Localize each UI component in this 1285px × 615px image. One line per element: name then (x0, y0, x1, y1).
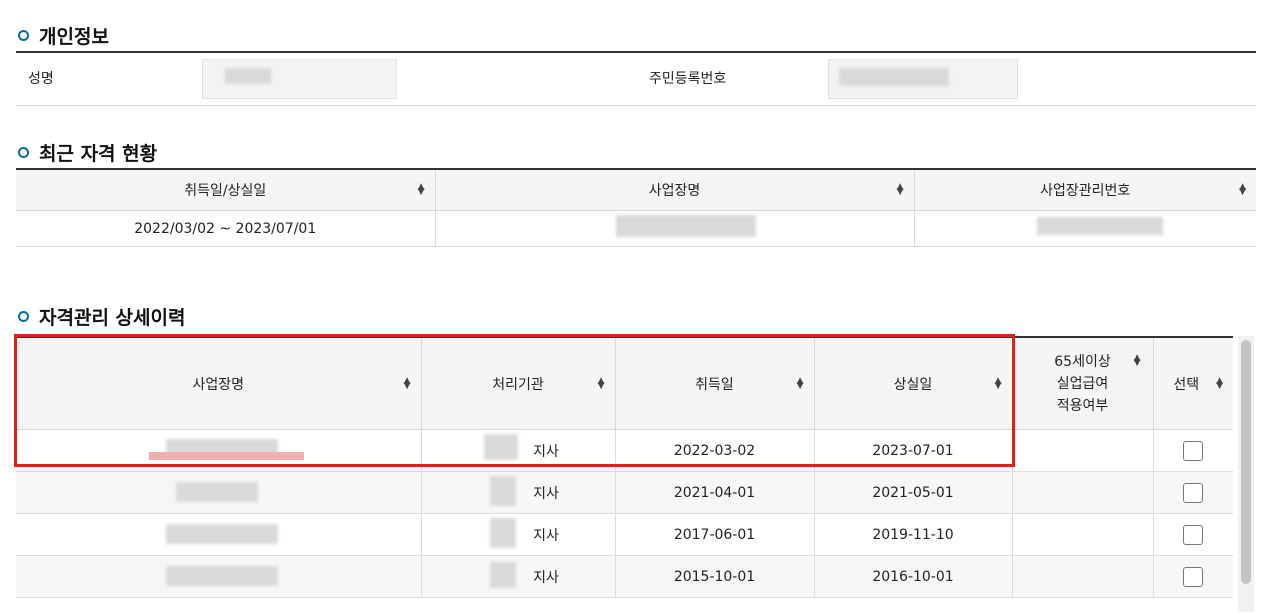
select-cell (1153, 429, 1233, 472)
lost-cell: 2016-10-01 (814, 555, 1013, 598)
agency-cell: 지사 (421, 513, 616, 556)
lost-cell: 2021-05-01 (814, 471, 1013, 514)
over65-cell (1012, 429, 1154, 472)
personal-info-table: 성명 주민등록번호 (16, 51, 1256, 106)
period-cell: 2022/03/02 ~ 2023/07/01 (16, 210, 436, 247)
col-workplace-header[interactable]: 사업장명 ▲ ▼ (16, 338, 422, 430)
col-workplace-header[interactable]: 사업장명 ▲ ▼ (435, 169, 915, 211)
recent-status-heading: 최근 자격 현황 (18, 139, 157, 166)
circle-bullet-icon (18, 311, 29, 322)
sort-updown-icon[interactable]: ▲ ▼ (1216, 376, 1223, 390)
detail-history-heading: 자격관리 상세이력 (18, 303, 185, 330)
workplace-cell (16, 555, 422, 598)
sort-updown-icon[interactable]: ▲ ▼ (797, 376, 804, 390)
acquired-cell: 2021-04-01 (615, 471, 815, 514)
detail-history-table: 사업장명 ▲ ▼ 처리기관 ▲ ▼ 취득일 ▲ ▼ 상실일 ▲ ▼ 65세이상 실업급여 적용여… (16, 338, 1233, 598)
ssn-field (828, 59, 1018, 99)
recent-status-table: 취득일/상실일 ▲ ▼ 사업장명 ▲ ▼ 사업장관리번호 ▲ ▼ 2022/03/02 ~ … (16, 168, 1256, 247)
recent-status-title: 최근 자격 현황 (39, 143, 158, 165)
detail-history-table-wrap: 사업장명 ▲ ▼ 처리기관 ▲ ▼ 취득일 ▲ ▼ 상실일 ▲ ▼ 65세이상 실업급여 적용여… (16, 336, 1233, 598)
workplace-cell (16, 513, 422, 556)
col-select-header[interactable]: 선택 ▲ ▼ (1153, 338, 1233, 430)
over65-cell (1012, 513, 1154, 556)
agency-cell: 지사 (421, 429, 616, 472)
table-row[interactable]: 지사 2015-10-01 2016-10-01 (16, 555, 1233, 598)
col-manage-no-header[interactable]: 사업장관리번호 ▲ ▼ (914, 169, 1256, 211)
sort-updown-icon[interactable]: ▲ ▼ (1239, 183, 1246, 197)
select-cell (1153, 513, 1233, 556)
detail-history-title: 자격관리 상세이력 (39, 307, 186, 329)
agency-cell: 지사 (421, 471, 616, 514)
manage-no-cell (914, 210, 1256, 247)
table-row[interactable]: 지사 2022-03-02 2023-07-01 (16, 429, 1233, 472)
row-checkbox[interactable] (1183, 482, 1204, 503)
lost-cell: 2019-11-10 (814, 513, 1013, 556)
sort-updown-icon[interactable]: ▲ ▼ (598, 376, 605, 390)
col-agency-header[interactable]: 처리기관 ▲ ▼ (421, 338, 616, 430)
row-checkbox[interactable] (1183, 524, 1204, 545)
select-cell (1153, 555, 1233, 598)
acquired-cell: 2022-03-02 (615, 429, 815, 472)
col-over65-header[interactable]: 65세이상 실업급여 적용여부 ▲ ▼ (1012, 338, 1154, 430)
table-row[interactable]: 지사 2017-06-01 2019-11-10 (16, 513, 1233, 556)
acquired-cell: 2017-06-01 (615, 513, 815, 556)
col-period-header[interactable]: 취득일/상실일 ▲ ▼ (16, 169, 436, 211)
table-header-row: 취득일/상실일 ▲ ▼ 사업장명 ▲ ▼ 사업장관리번호 ▲ ▼ (16, 169, 1256, 211)
ssn-label: 주민등록번호 (649, 71, 727, 87)
table-row[interactable]: 지사 2021-04-01 2021-05-01 (16, 471, 1233, 514)
sort-updown-icon[interactable]: ▲ ▼ (1134, 354, 1141, 368)
circle-bullet-icon (18, 147, 29, 158)
col-lost-header[interactable]: 상실일 ▲ ▼ (814, 338, 1013, 430)
workplace-cell (435, 210, 915, 247)
over65-cell (1012, 555, 1154, 598)
circle-bullet-icon (18, 30, 29, 41)
table-row[interactable]: 2022/03/02 ~ 2023/07/01 (16, 210, 1256, 247)
workplace-cell (16, 471, 422, 514)
name-field (202, 59, 397, 99)
scrollbar-thumb[interactable] (1241, 340, 1251, 584)
sort-updown-icon[interactable]: ▲ ▼ (897, 183, 904, 197)
select-cell (1153, 471, 1233, 514)
sort-updown-icon[interactable]: ▲ ▼ (418, 183, 425, 197)
name-label: 성명 (28, 71, 54, 87)
row-checkbox[interactable] (1183, 440, 1204, 461)
sort-updown-icon[interactable]: ▲ ▼ (995, 376, 1002, 390)
personal-info-title: 개인정보 (39, 26, 109, 48)
over65-cell (1012, 471, 1154, 514)
table-header-row: 사업장명 ▲ ▼ 처리기관 ▲ ▼ 취득일 ▲ ▼ 상실일 ▲ ▼ 65세이상 실업급여 적용여… (16, 338, 1233, 430)
acquired-cell: 2015-10-01 (615, 555, 815, 598)
lost-cell: 2023-07-01 (814, 429, 1013, 472)
sort-updown-icon[interactable]: ▲ ▼ (404, 376, 411, 390)
row-checkbox[interactable] (1183, 566, 1204, 587)
col-acquired-header[interactable]: 취득일 ▲ ▼ (615, 338, 815, 430)
agency-cell: 지사 (421, 555, 616, 598)
personal-info-heading: 개인정보 (18, 22, 109, 49)
workplace-cell (16, 429, 422, 472)
